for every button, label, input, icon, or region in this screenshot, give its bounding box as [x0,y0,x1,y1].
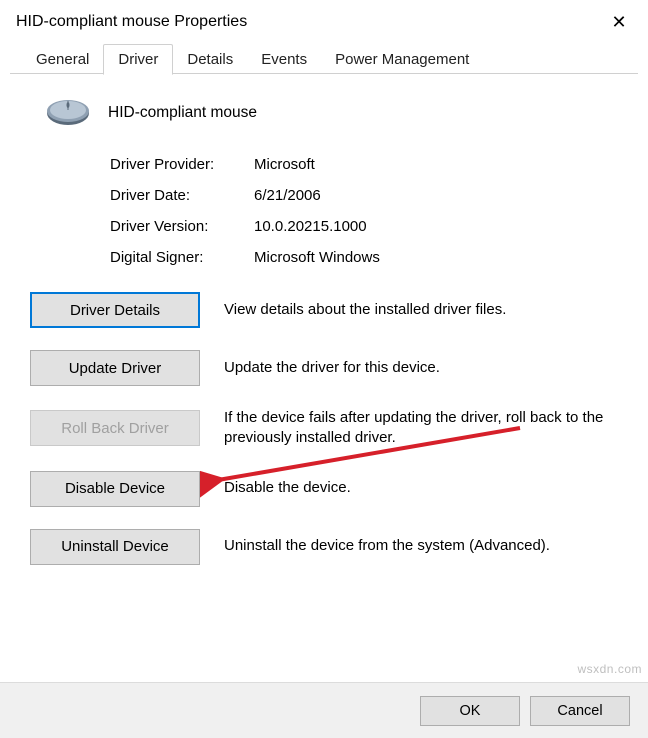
tab-strip: General Driver Details Events Power Mana… [0,40,648,74]
watermark: wsxdn.com [577,662,642,676]
version-label: Driver Version: [110,218,254,235]
roll-back-driver-desc: If the device fails after updating the d… [224,408,618,449]
signer-label: Digital Signer: [110,249,254,266]
driver-info: Driver Provider: Microsoft Driver Date: … [110,156,618,266]
update-driver-button[interactable]: Update Driver [30,350,200,386]
uninstall-device-button[interactable]: Uninstall Device [30,529,200,565]
dialog-footer: OK Cancel [0,682,648,738]
disable-device-button[interactable]: Disable Device [30,471,200,507]
update-driver-desc: Update the driver for this device. [224,358,618,378]
driver-actions: Driver Details View details about the in… [30,292,618,565]
driver-details-button[interactable]: Driver Details [30,292,200,328]
tab-general[interactable]: General [22,45,103,74]
driver-panel: HID-compliant mouse Driver Provider: Mic… [0,74,648,597]
ok-button[interactable]: OK [420,696,520,726]
date-value: 6/21/2006 [254,187,321,204]
provider-label: Driver Provider: [110,156,254,173]
date-label: Driver Date: [110,187,254,204]
titlebar: HID-compliant mouse Properties ✕ [0,0,648,40]
version-value: 10.0.20215.1000 [254,218,367,235]
disable-device-desc: Disable the device. [224,478,618,498]
cancel-button[interactable]: Cancel [530,696,630,726]
tab-events[interactable]: Events [247,45,321,74]
window-title: HID-compliant mouse Properties [16,13,247,31]
tab-driver[interactable]: Driver [103,44,173,75]
roll-back-driver-button: Roll Back Driver [30,410,200,446]
tab-power-management[interactable]: Power Management [321,45,483,74]
tab-details[interactable]: Details [173,45,247,74]
device-header: HID-compliant mouse [44,96,618,130]
mouse-icon [44,96,92,130]
provider-value: Microsoft [254,156,315,173]
uninstall-device-desc: Uninstall the device from the system (Ad… [224,536,618,556]
driver-details-desc: View details about the installed driver … [224,300,618,320]
signer-value: Microsoft Windows [254,249,380,266]
device-name: HID-compliant mouse [108,104,257,122]
close-icon[interactable]: ✕ [604,13,634,31]
